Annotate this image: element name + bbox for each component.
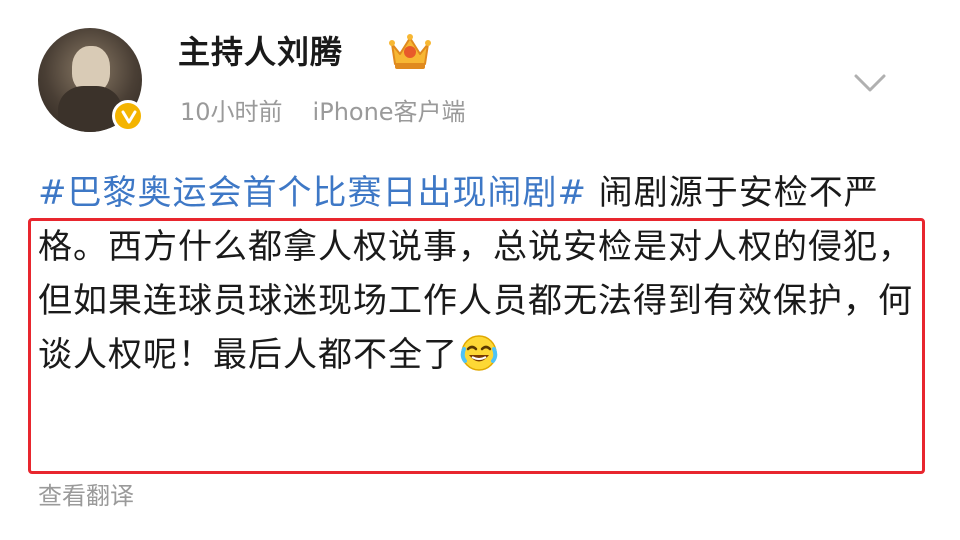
translate-link[interactable]: 查看翻译 [38,478,134,514]
chevron-down-icon[interactable] [850,68,890,100]
topic-link[interactable]: #巴黎奥运会首个比赛日出现闹剧# [38,173,587,213]
laugh-cry-emoji-icon [460,334,498,388]
post-time: 10小时前 [180,98,283,126]
verified-icon [112,100,144,132]
post-content: #巴黎奥运会首个比赛日出现闹剧# 闹剧源于安检不严格。西方什么都拿人权说事，总说… [38,166,928,388]
author-name[interactable]: 主持人刘腾 [178,30,343,74]
post-source: iPhone客户端 [312,98,466,126]
crown-icon [387,32,433,76]
post-meta: 10小时前 iPhone客户端 [180,92,466,132]
